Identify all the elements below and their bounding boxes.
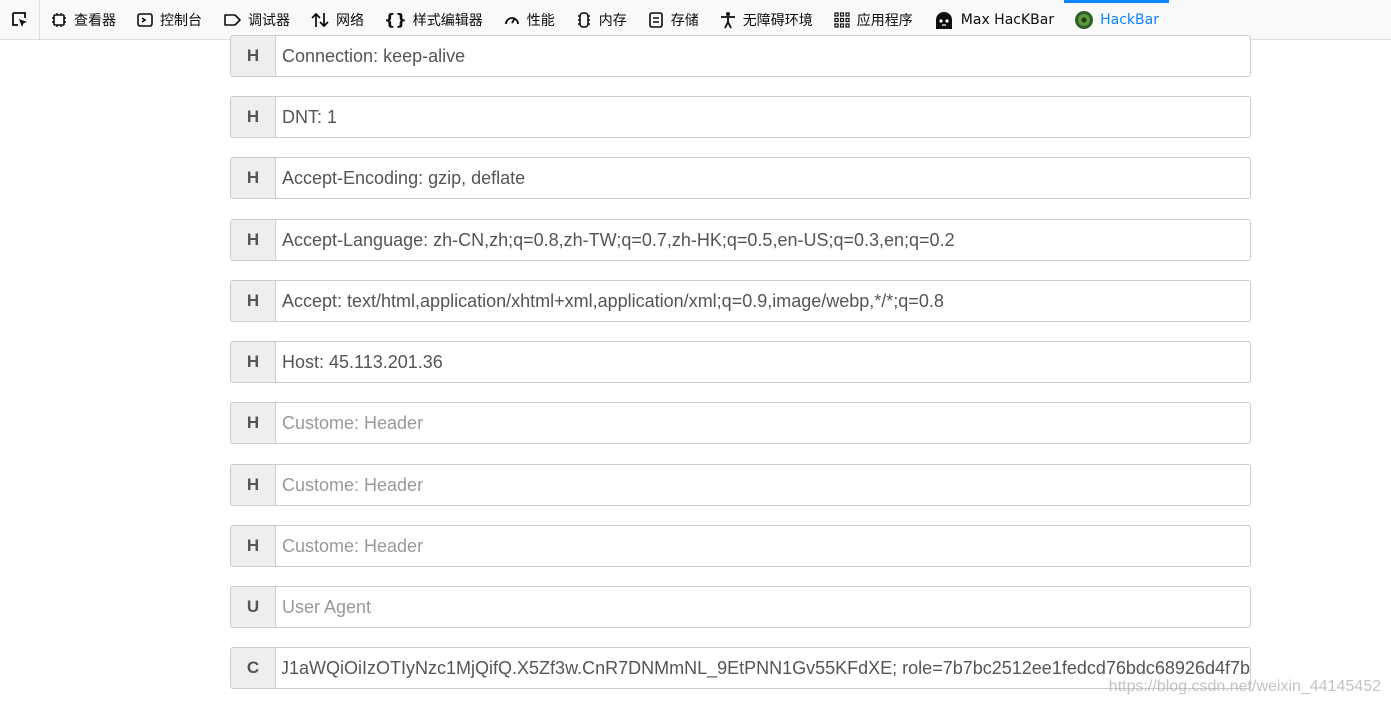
accessibility-icon [720,11,735,28]
header-badge: H [230,464,275,506]
style-editor-icon: {} [384,10,407,29]
cookie-input[interactable] [275,647,1251,689]
header-row-host: H [230,341,1251,383]
tab-label: 网络 [336,12,364,29]
element-picker-icon [11,11,27,27]
tab-label: 性能 [526,12,555,29]
header-badge: H [230,35,275,77]
storage-icon [648,11,663,28]
tab-label: 应用程序 [856,12,913,29]
tab-inspector[interactable]: 查看器 [40,0,126,40]
memory-icon [577,11,590,28]
header-row-cookie: C [230,647,1251,689]
header-dnt-input[interactable] [275,96,1251,138]
tab-hackbar[interactable]: HackBar [1064,0,1169,40]
tab-label: 内存 [598,12,627,29]
custom-header-input[interactable] [275,525,1251,567]
tab-label: 查看器 [74,12,116,29]
tab-debugger[interactable]: 调试器 [212,0,300,40]
custom-header-input[interactable] [275,402,1251,444]
user-agent-input[interactable] [275,586,1251,628]
header-row-custom-2: H [230,464,1251,506]
max-hackbar-icon [935,11,952,29]
header-row-user-agent: U [230,586,1251,628]
header-row-custom-3: H [230,525,1251,567]
application-icon [834,11,850,28]
console-icon [137,12,153,27]
tab-console[interactable]: 控制台 [126,0,212,40]
tab-label: 无障碍环境 [742,12,813,29]
devtools-toolbar: 查看器 控制台 调试器 网络 {} 样式编辑器 性能 内存 存储 无障碍环境 应… [0,0,1391,40]
header-badge: H [230,402,275,444]
header-badge: H [230,96,275,138]
tab-storage[interactable]: 存储 [637,0,709,40]
header-row-connection: H [230,35,1251,77]
header-badge: H [230,280,275,322]
inspector-icon [52,12,66,27]
header-row-accept: H [230,280,1251,322]
tab-label: 样式编辑器 [412,12,483,29]
tab-application[interactable]: 应用程序 [823,0,923,40]
tab-label: HackBar [1100,11,1159,28]
header-accept-input[interactable] [275,280,1251,322]
header-host-input[interactable] [275,341,1251,383]
tab-label: 存储 [670,12,699,29]
performance-icon [504,16,519,24]
header-row-dnt: H [230,96,1251,138]
hackbar-icon [1075,10,1094,29]
tab-accessibility[interactable]: 无障碍环境 [709,0,823,40]
network-icon [311,12,329,27]
header-accept-encoding-input[interactable] [275,157,1251,199]
tab-label: Max HacKBar [960,11,1055,28]
header-accept-language-input[interactable] [275,219,1251,261]
user-agent-badge: U [230,586,275,628]
header-badge: H [230,219,275,261]
tab-label: 控制台 [160,12,202,29]
header-badge: H [230,525,275,567]
header-badge: H [230,157,275,199]
header-connection-input[interactable] [275,35,1251,77]
tab-performance[interactable]: 性能 [493,0,565,40]
tab-memory[interactable]: 内存 [565,0,637,40]
header-row-accept-encoding: H [230,157,1251,199]
tab-label: 调试器 [248,12,290,29]
tab-max-hackbar[interactable]: Max HacKBar [923,0,1064,40]
header-badge: H [230,341,275,383]
cookie-badge: C [230,647,275,689]
debugger-icon [224,13,241,26]
element-picker-button[interactable] [0,0,40,40]
header-row-custom-1: H [230,402,1251,444]
custom-header-input[interactable] [275,464,1251,506]
header-row-accept-language: H [230,219,1251,261]
watermark: https://blog.csdn.net/weixin_44145452 [1108,678,1381,695]
tab-style-editor[interactable]: {} 样式编辑器 [374,0,493,40]
tab-network[interactable]: 网络 [300,0,374,40]
